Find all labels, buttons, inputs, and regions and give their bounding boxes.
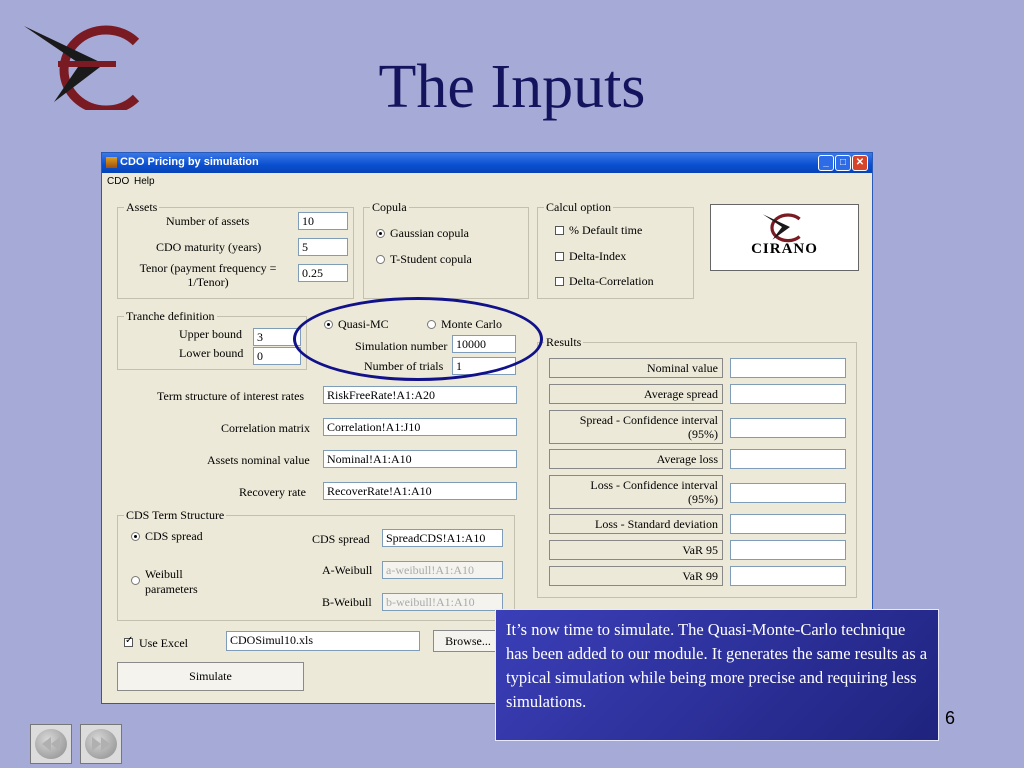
- window-title: CDO Pricing by simulation: [120, 156, 259, 168]
- delta-correlation-label: Delta-Correlation: [569, 274, 654, 288]
- gaussian-label: Gaussian copula: [390, 226, 469, 240]
- cds-spread-label: CDS spread: [312, 532, 370, 546]
- previous-slide-button[interactable]: [30, 724, 72, 764]
- b-weibull-label: B-Weibull: [322, 595, 372, 609]
- tenor-input[interactable]: 0.25: [298, 264, 348, 282]
- student-label: T-Student copula: [390, 252, 472, 266]
- student-radio[interactable]: [376, 255, 385, 264]
- weibull-option: Weibull parameters: [145, 567, 198, 596]
- upper-bound-label: Upper bound: [179, 327, 242, 341]
- result-label-var99: VaR 99: [549, 566, 723, 586]
- result-label-loss-std: Loss - Standard deviation: [549, 514, 723, 534]
- result-value-average-spread: [730, 384, 846, 404]
- callout-note: It’s now time to simulate. The Quasi-Mon…: [495, 609, 939, 741]
- tenor-label: Tenor (payment frequency = 1/Tenor): [139, 261, 277, 289]
- calcul-legend: Calcul option: [544, 200, 613, 215]
- menu-cdo[interactable]: CDO: [107, 176, 129, 187]
- a-weibull-label: A-Weibull: [322, 563, 373, 577]
- cirano-logo-box: CIRANO: [710, 204, 859, 271]
- correlation-input[interactable]: Correlation!A1:J10: [323, 418, 517, 436]
- next-slide-button[interactable]: [80, 724, 122, 764]
- a-weibull-input[interactable]: a-weibull!A1:A10: [382, 561, 503, 579]
- cds-legend: CDS Term Structure: [124, 508, 227, 523]
- b-weibull-input[interactable]: b-weibull!A1:A10: [382, 593, 503, 611]
- lower-bound-input[interactable]: 0: [253, 347, 301, 365]
- cirano-emblem-icon: [762, 213, 801, 243]
- delta-index-checkbox[interactable]: [555, 252, 564, 261]
- minimize-icon[interactable]: _: [818, 155, 834, 171]
- result-label-average-spread: Average spread: [549, 384, 723, 404]
- result-value-spread-ci: [730, 418, 846, 438]
- lower-bound-label: Lower bound: [179, 346, 244, 360]
- nominal-label: Assets nominal value: [207, 453, 310, 467]
- maturity-label: CDO maturity (years): [156, 240, 262, 254]
- maturity-input[interactable]: 5: [298, 238, 348, 256]
- app-icon: [106, 157, 117, 168]
- cirano-text: CIRANO: [751, 241, 818, 257]
- cds-spread-option: CDS spread: [145, 529, 203, 543]
- simulate-button[interactable]: Simulate: [117, 662, 304, 691]
- copula-legend: Copula: [370, 200, 409, 215]
- menu-help[interactable]: Help: [134, 176, 155, 187]
- use-excel-checkbox[interactable]: [124, 635, 133, 647]
- result-value-loss-ci: [730, 483, 846, 503]
- assets-legend: Assets: [124, 200, 160, 215]
- recovery-label: Recovery rate: [239, 485, 306, 499]
- rewind-icon: [35, 729, 67, 759]
- result-label-var95: VaR 95: [549, 540, 723, 560]
- result-value-nominal-value: [730, 358, 846, 378]
- results-legend: Results: [544, 335, 584, 350]
- close-icon[interactable]: ✕: [852, 155, 868, 171]
- result-label-nominal-value: Nominal value: [549, 358, 723, 378]
- tranche-legend: Tranche definition: [124, 309, 217, 324]
- recovery-input[interactable]: RecoverRate!A1:A10: [323, 482, 517, 500]
- default-time-checkbox[interactable]: [555, 226, 564, 235]
- window-titlebar[interactable]: CDO Pricing by simulation _ □ ✕: [102, 153, 872, 173]
- slide-title: The Inputs: [378, 53, 646, 121]
- default-time-label: % Default time: [569, 223, 643, 237]
- n-assets-label: Number of assets: [166, 214, 250, 228]
- term-structure-label: Term structure of interest rates: [157, 389, 305, 403]
- fast-forward-icon: [85, 729, 117, 759]
- gaussian-radio[interactable]: [376, 229, 385, 238]
- cds-spread-input[interactable]: SpreadCDS!A1:A10: [382, 529, 503, 547]
- menu-bar: CDO Help: [102, 173, 872, 189]
- delta-index-label: Delta-Index: [569, 249, 627, 263]
- excel-file-input[interactable]: CDOSimul10.xls: [226, 631, 420, 651]
- result-label-loss-ci: Loss - Confidence interval (95%): [549, 475, 723, 509]
- use-excel-label: Use Excel: [139, 636, 188, 650]
- maximize-icon[interactable]: □: [835, 155, 851, 171]
- correlation-label: Correlation matrix: [221, 421, 310, 435]
- term-structure-input[interactable]: RiskFreeRate!A1:A20: [323, 386, 517, 404]
- browse-button[interactable]: Browse...: [433, 630, 503, 652]
- highlight-oval: [293, 297, 543, 381]
- cds-spread-radio[interactable]: [131, 532, 140, 541]
- result-label-average-loss: Average loss: [549, 449, 723, 469]
- page-number: 6: [945, 708, 956, 728]
- nominal-input[interactable]: Nominal!A1:A10: [323, 450, 517, 468]
- n-assets-input[interactable]: 10: [298, 212, 348, 230]
- delta-correlation-checkbox[interactable]: [555, 277, 564, 286]
- result-value-var95: [730, 540, 846, 560]
- weibull-radio[interactable]: [131, 576, 140, 585]
- result-value-average-loss: [730, 449, 846, 469]
- result-value-var99: [730, 566, 846, 586]
- result-label-spread-ci: Spread - Confidence interval (95%): [549, 410, 723, 444]
- result-value-loss-std: [730, 514, 846, 534]
